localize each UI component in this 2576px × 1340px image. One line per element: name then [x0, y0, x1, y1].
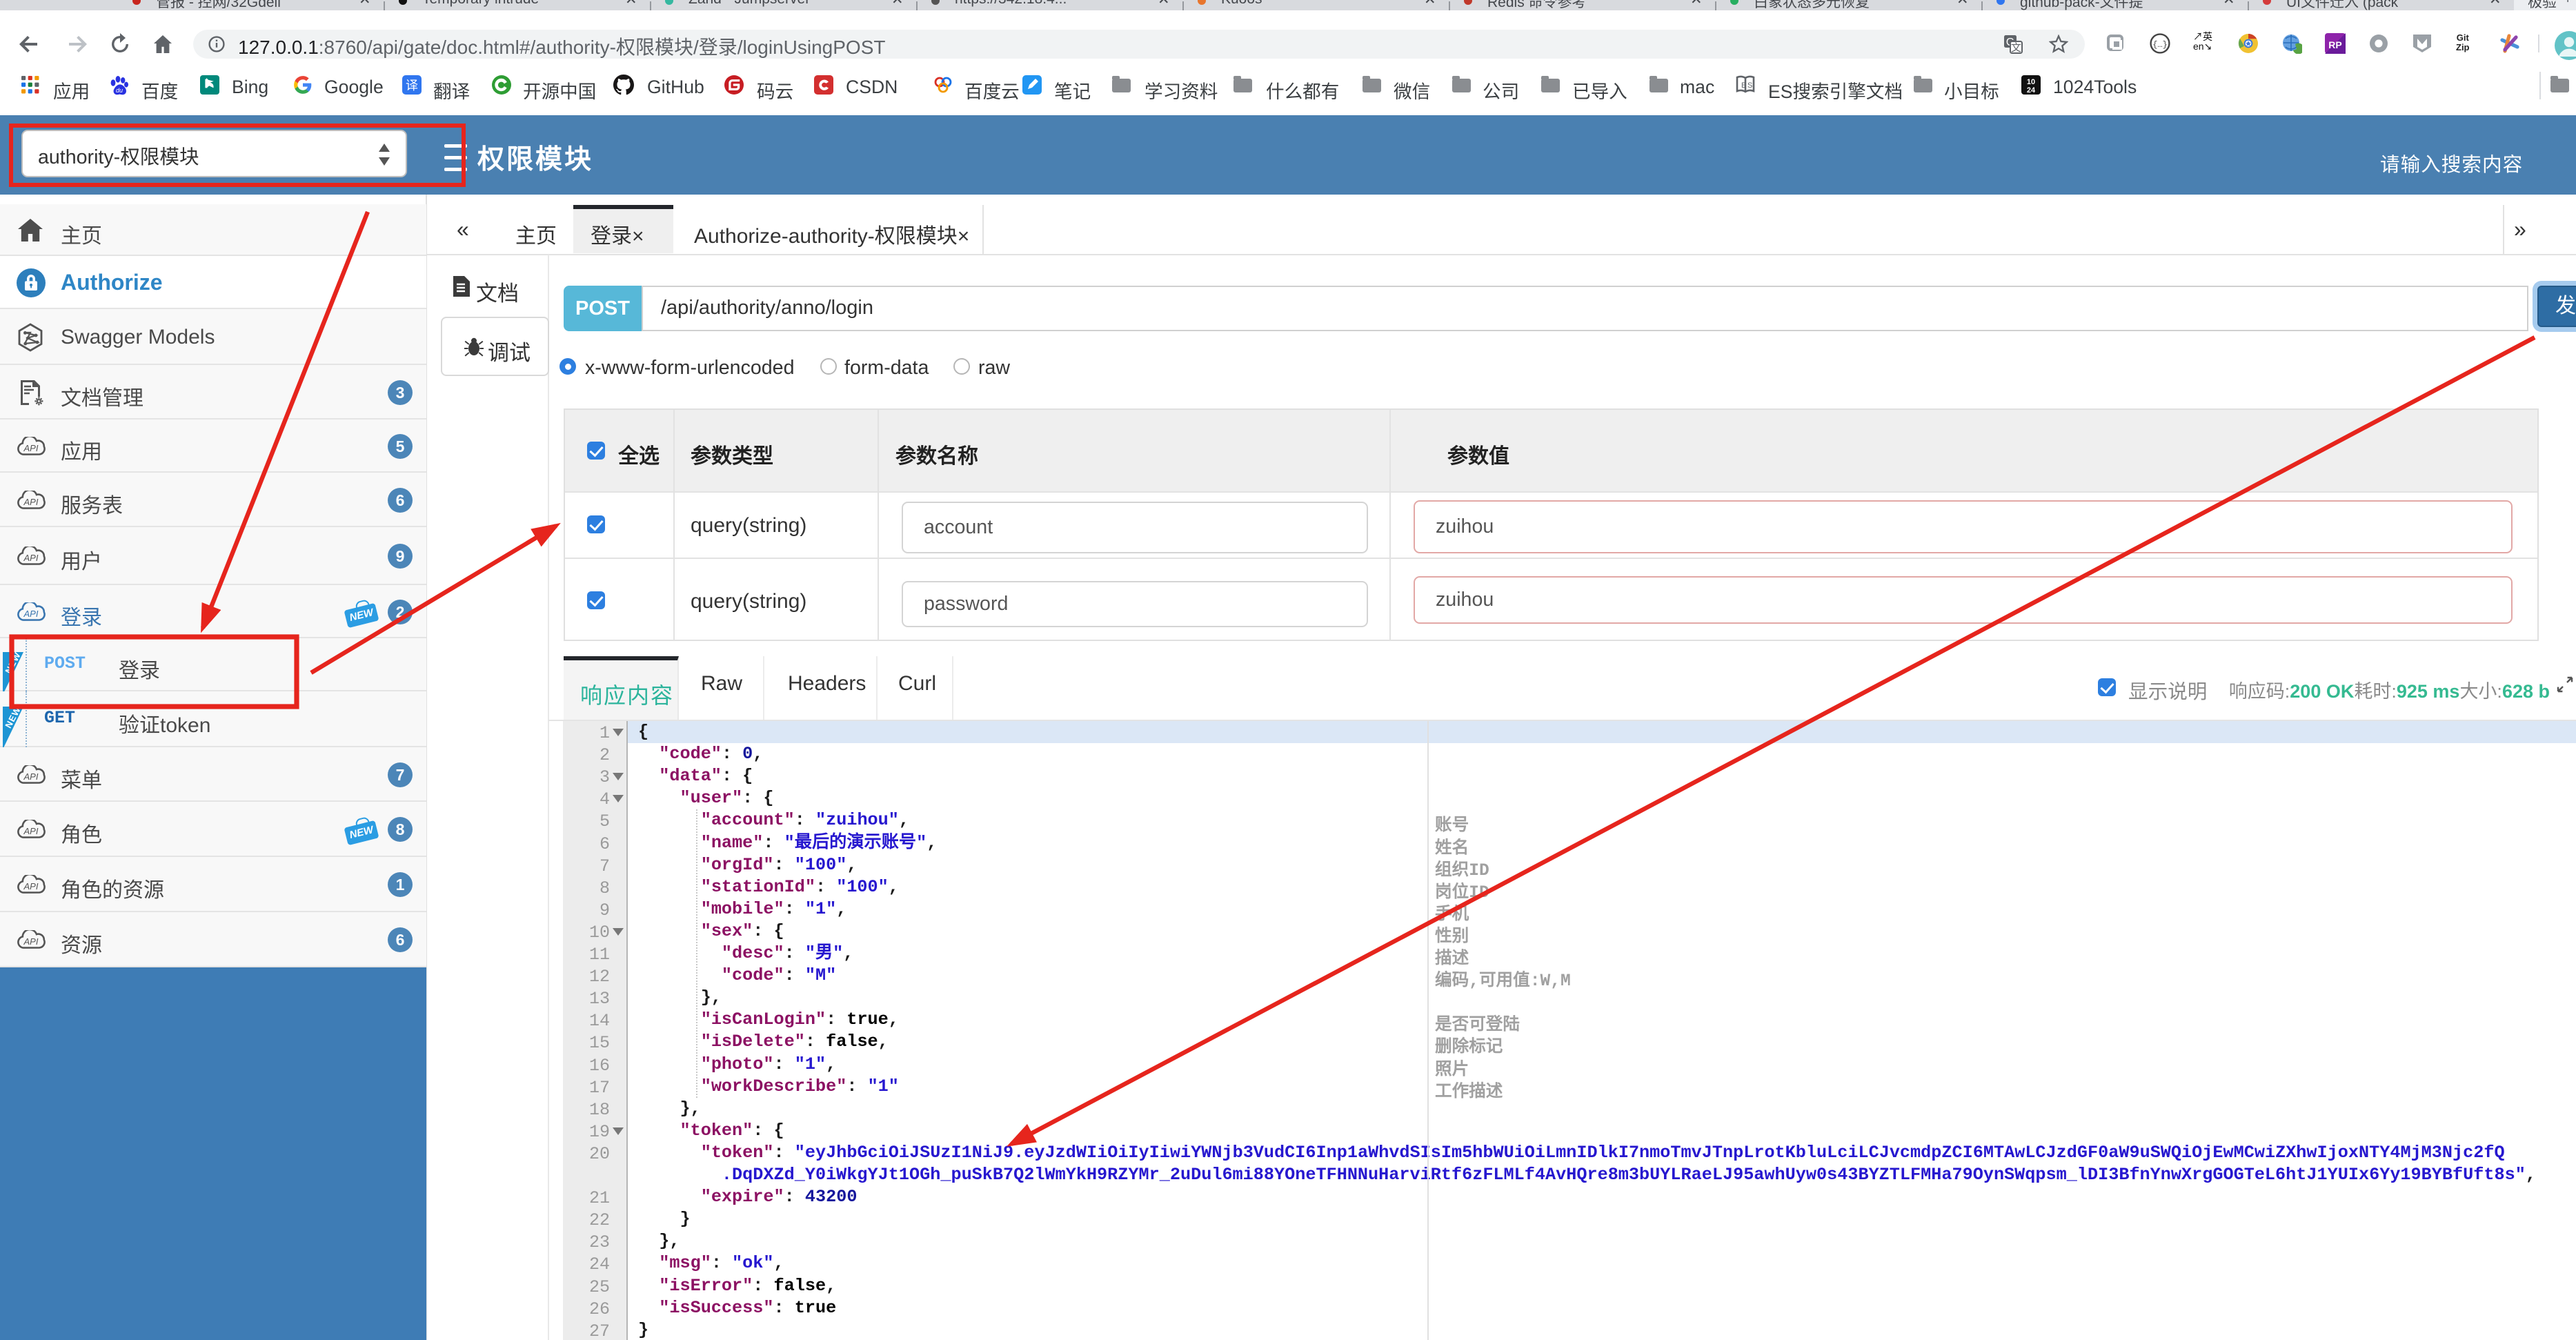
- svg-text:API: API: [23, 553, 39, 563]
- svg-text:文: 文: [2011, 42, 2021, 54]
- svg-text:E: E: [1741, 81, 1746, 90]
- svg-text:24: 24: [2027, 86, 2036, 95]
- svg-text:10: 10: [2027, 78, 2035, 86]
- svg-text:API: API: [23, 881, 39, 891]
- svg-text:{…}: {…}: [2152, 40, 2168, 50]
- svg-text:API: API: [23, 443, 39, 453]
- svg-text:译: 译: [406, 79, 418, 92]
- svg-text:S: S: [1747, 81, 1752, 90]
- svg-text:API: API: [23, 826, 39, 836]
- svg-text:API: API: [23, 497, 39, 507]
- svg-text:API: API: [23, 936, 39, 947]
- svg-text:du: du: [116, 87, 123, 94]
- svg-text:API: API: [23, 609, 39, 619]
- svg-text:API: API: [23, 771, 39, 782]
- svg-text:RP: RP: [2328, 39, 2341, 50]
